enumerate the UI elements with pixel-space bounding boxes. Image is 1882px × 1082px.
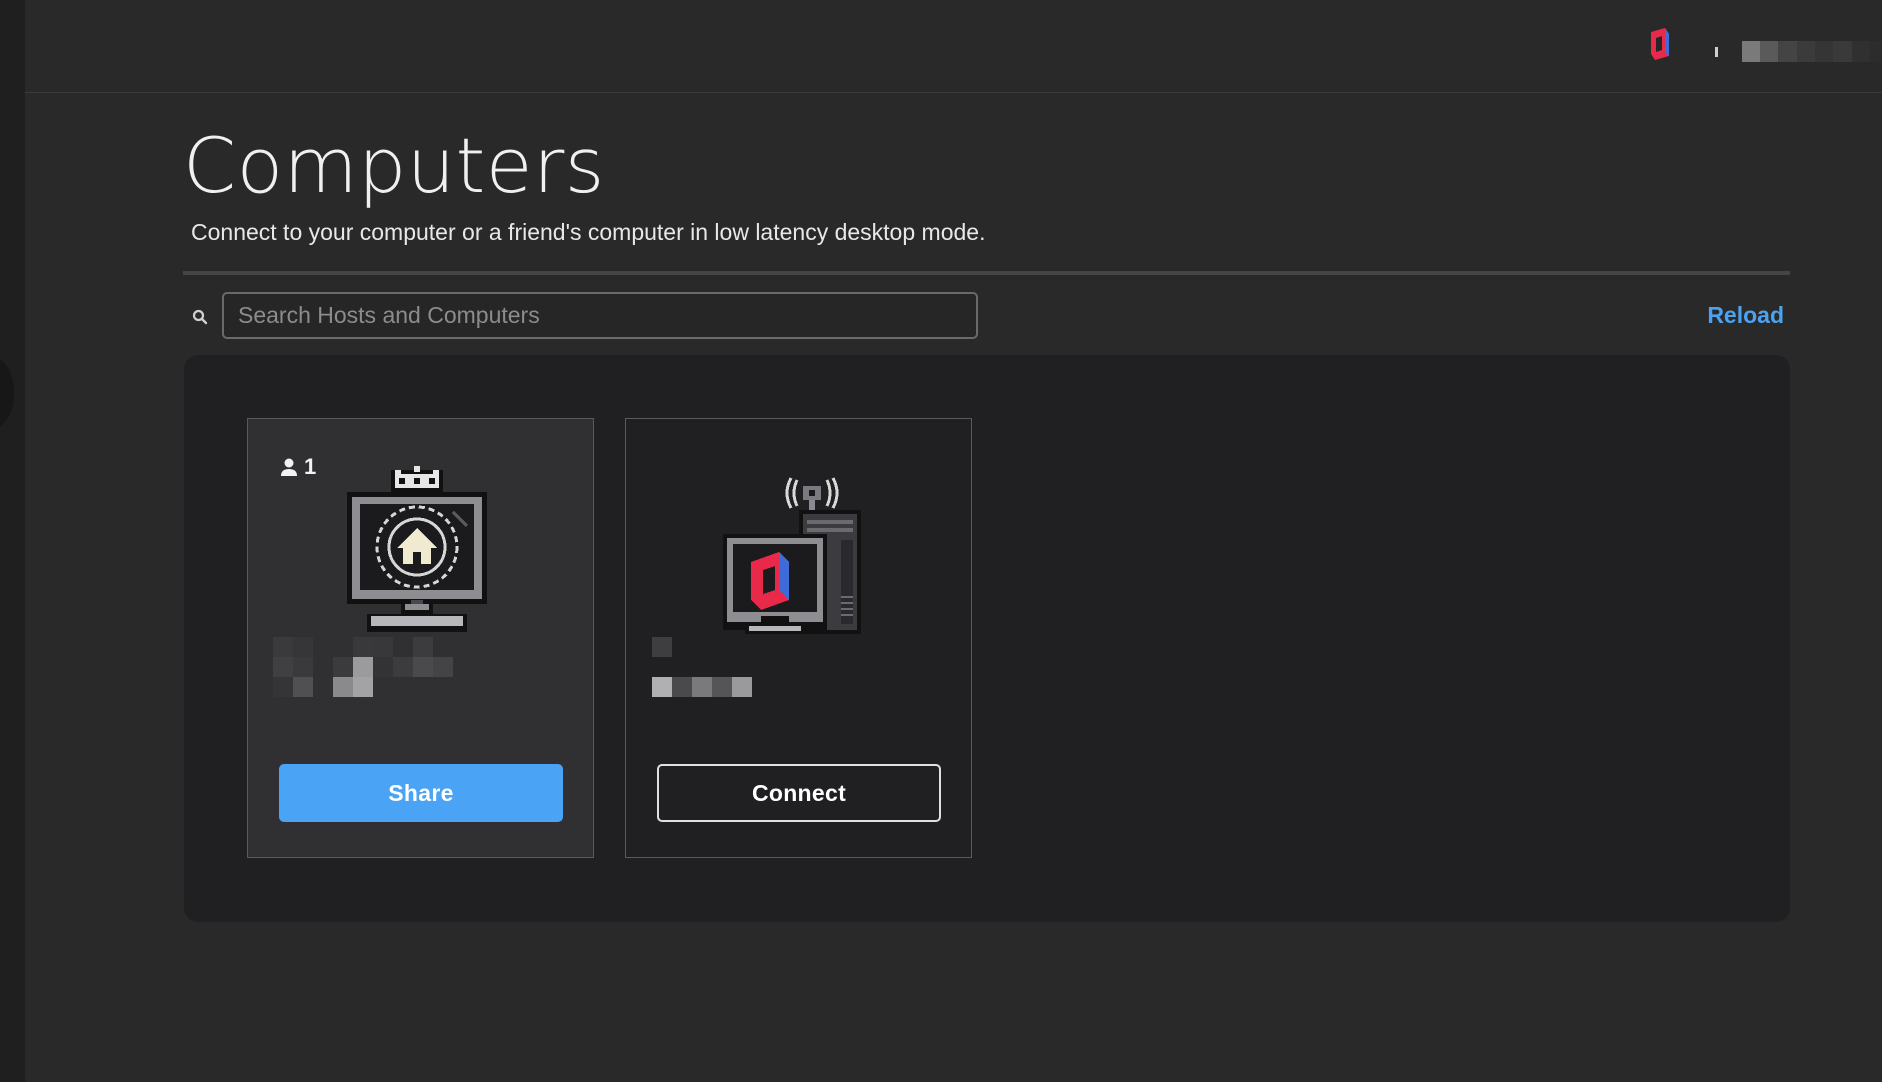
home-computer-icon [347,466,487,632]
guest-count-value: 1 [304,454,317,479]
search-icon [192,309,208,325]
reload-button[interactable]: Reload [1707,302,1784,329]
desktop-tower-icon [723,477,861,634]
connect-button[interactable]: Connect [657,764,941,822]
app-window: Computers Connect to your computer or a … [0,0,1882,1082]
computers-panel: 1 Share Connect [184,355,1790,922]
page-title: Computers [183,121,605,210]
computer-card-host: 1 Share [247,418,594,858]
sidebar-toggle-handle[interactable] [0,358,14,428]
search-input[interactable] [222,292,978,339]
computer-card-remote: Connect [625,418,972,858]
parsec-logo-icon [1651,28,1669,60]
share-button[interactable]: Share [279,764,563,822]
guest-count: 1 [280,454,316,480]
left-sidebar-rail [0,0,25,1082]
host-name-redacted [273,637,453,697]
account-name-redacted[interactable] [1715,41,1882,62]
remote-name-redacted [652,637,752,697]
top-bar [25,0,1882,93]
user-icon [281,458,297,476]
page-subtitle: Connect to your computer or a friend's c… [191,219,986,245]
header-divider [183,271,1790,275]
